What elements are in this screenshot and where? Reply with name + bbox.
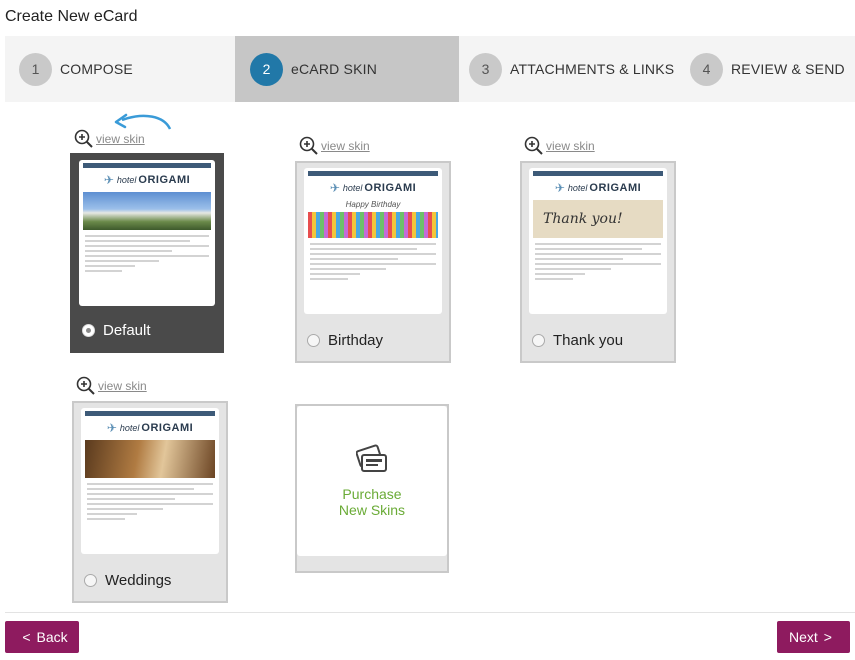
zoom-in-icon: [76, 376, 95, 395]
step-review-send[interactable]: 4 REVIEW & SEND: [681, 36, 855, 102]
birthday-candles-image: [308, 200, 438, 238]
radio-button[interactable]: [84, 574, 97, 587]
step-number: 4: [690, 52, 723, 86]
step-attachments-links[interactable]: 3 ATTACHMENTS & LINKS: [459, 36, 681, 102]
skin-thumbnail: ✈ hotel ORIGAMI: [304, 168, 442, 314]
skin-thumbnail: ✈ hotel ORIGAMI: [81, 408, 219, 554]
view-skin-thankyou-link[interactable]: view skin: [524, 136, 595, 156]
radio-button[interactable]: [82, 324, 95, 337]
step-label: ATTACHMENTS & LINKS: [510, 61, 675, 77]
wedding-image: [85, 440, 215, 478]
step-number: 1: [19, 52, 52, 86]
origami-bird-icon: ✈: [103, 173, 114, 187]
hotel-photo: [83, 192, 211, 230]
view-skin-label: view skin: [546, 139, 595, 153]
view-skin-default-link[interactable]: view skin: [74, 129, 145, 149]
view-skin-label: view skin: [96, 132, 145, 146]
zoom-in-icon: [299, 136, 318, 155]
view-skin-birthday-link[interactable]: view skin: [299, 136, 370, 156]
chevron-left-icon: <: [22, 629, 31, 645]
skin-radio-thankyou[interactable]: Thank you: [532, 332, 623, 349]
view-skin-weddings-link[interactable]: view skin: [76, 376, 147, 396]
skin-radio-default[interactable]: Default: [82, 322, 151, 339]
skin-cards-icon: [356, 444, 387, 472]
step-label: COMPOSE: [60, 61, 133, 77]
skin-card-thankyou[interactable]: ✈ hotel ORIGAMI Thank you! Thank you: [520, 161, 676, 363]
radio-button[interactable]: [532, 334, 545, 347]
view-skin-label: view skin: [98, 379, 147, 393]
skin-thumbnail: ✈ hotel ORIGAMI Thank you!: [529, 168, 667, 314]
skin-card-birthday[interactable]: ✈hotelORIGAMI Birthday: [295, 161, 451, 363]
wizard-steps: 1 COMPOSE 2 eCARD SKIN 3 ATTACHMENTS & L…: [5, 36, 855, 102]
skin-name: Default: [103, 322, 151, 339]
skin-card-weddings[interactable]: ✈ hotel ORIGAMI Weddings: [72, 401, 228, 603]
view-skin-label: view skin: [321, 139, 370, 153]
radio-button[interactable]: [307, 334, 320, 347]
skin-thumbnail: ✈ hotel ORIGAMI: [79, 160, 215, 306]
back-label: Back: [36, 629, 68, 645]
purchase-line-2: New Skins: [338, 502, 406, 518]
footer-divider: [5, 612, 855, 613]
thank-you-image: Thank you!: [533, 200, 663, 238]
step-label: eCARD SKIN: [291, 61, 378, 77]
skin-name: Weddings: [105, 572, 172, 589]
skin-radio-weddings[interactable]: Weddings: [84, 572, 171, 589]
origami-bird-icon: ✈: [106, 421, 117, 435]
back-button[interactable]: < Back: [5, 621, 79, 653]
page-title: Create New eCard: [5, 8, 138, 25]
zoom-in-icon: [524, 136, 543, 155]
skin-radio-birthday[interactable]: Birthday: [307, 332, 383, 349]
next-label: Next: [789, 629, 818, 645]
step-label: REVIEW & SEND: [731, 61, 845, 77]
skin-card-default[interactable]: ✈ hotel ORIGAMI Default: [70, 153, 224, 353]
purchase-new-skins-card[interactable]: Purchase New Skins: [295, 404, 449, 573]
zoom-in-icon: [74, 129, 93, 148]
next-button[interactable]: Next >: [777, 621, 850, 653]
purchase-line-1: Purchase: [342, 486, 402, 502]
skin-name: Thank you: [553, 332, 624, 349]
step-compose[interactable]: 1 COMPOSE: [5, 36, 235, 102]
chevron-right-icon: >: [823, 629, 832, 645]
skin-name: Birthday: [328, 332, 384, 349]
step-number: 3: [469, 52, 502, 86]
origami-bird-icon: ✈: [329, 181, 340, 195]
origami-bird-icon: ✈: [554, 181, 565, 195]
step-number: 2: [250, 52, 283, 86]
step-ecard-skin[interactable]: 2 eCARD SKIN: [235, 36, 459, 102]
